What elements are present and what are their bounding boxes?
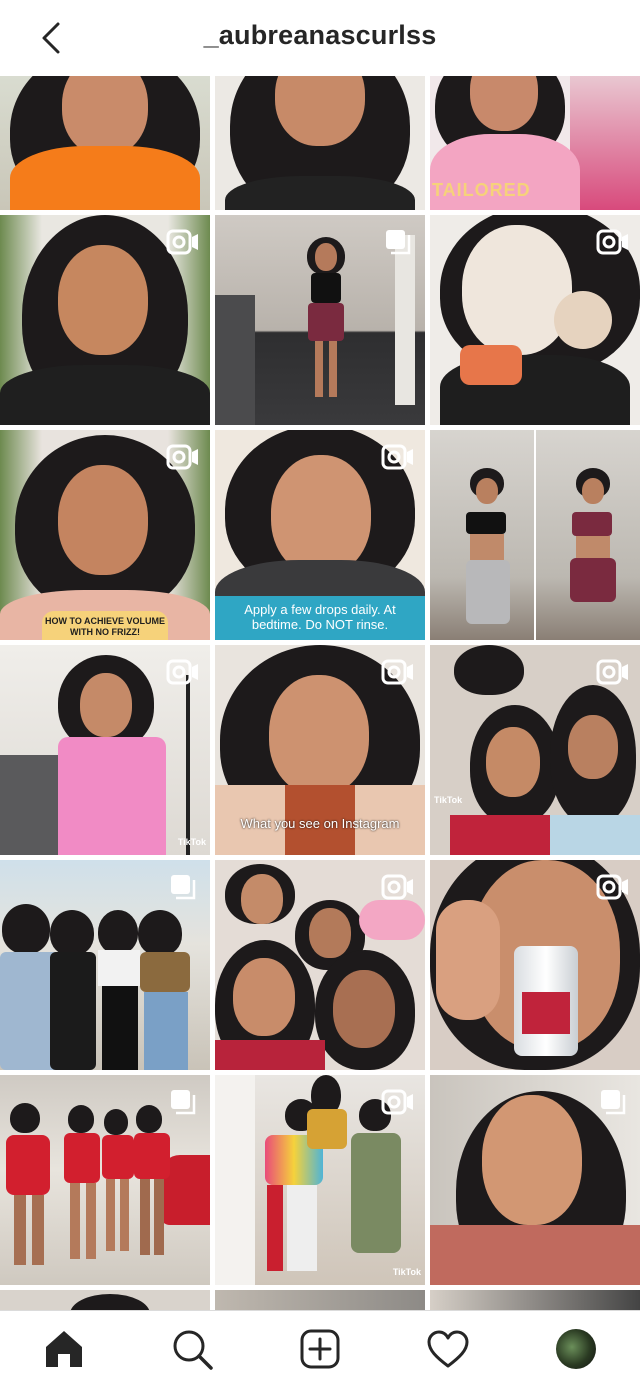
- video-badge: [596, 872, 630, 902]
- post-tile[interactable]: TikTok: [0, 645, 210, 855]
- carousel-badge: [596, 1087, 630, 1117]
- video-icon: [166, 444, 198, 470]
- video-icon: [596, 874, 628, 900]
- tile-caption: TikTok: [177, 837, 206, 847]
- nav-profile[interactable]: [552, 1325, 600, 1373]
- post-tile[interactable]: [0, 76, 210, 210]
- post-grid: TAILORED HOW TO ACHIEVE VOLUME WITH NO F…: [0, 76, 640, 1310]
- header: _aubreanascurlss: [0, 0, 640, 76]
- home-icon: [46, 1331, 82, 1367]
- tile-caption: What you see on Instagram: [240, 816, 400, 831]
- heart-icon: [427, 1330, 469, 1368]
- carousel-badge: [381, 227, 415, 257]
- video-icon: [596, 229, 628, 255]
- post-tile[interactable]: [430, 430, 640, 640]
- add-post-icon: [300, 1329, 340, 1369]
- post-tile[interactable]: [0, 215, 210, 425]
- video-badge: [381, 872, 415, 902]
- carousel-icon: [171, 1090, 196, 1115]
- video-icon: [381, 444, 413, 470]
- post-tile[interactable]: [215, 76, 425, 210]
- post-tile[interactable]: [215, 860, 425, 1070]
- nav-home[interactable]: [40, 1325, 88, 1373]
- post-tile[interactable]: [430, 1290, 640, 1310]
- post-tile[interactable]: What you see on Instagram: [215, 645, 425, 855]
- post-tile[interactable]: TAILORED: [430, 76, 640, 210]
- post-tile[interactable]: Apply a few drops daily. At bedtime. Do …: [215, 430, 425, 640]
- video-badge: [381, 1087, 415, 1117]
- search-icon: [173, 1330, 213, 1370]
- post-tile[interactable]: [430, 860, 640, 1070]
- video-badge: [166, 227, 200, 257]
- carousel-icon: [171, 875, 196, 900]
- video-icon: [381, 874, 413, 900]
- tile-caption: TAILORED: [432, 180, 531, 200]
- tile-caption: TikTok: [434, 795, 463, 805]
- tile-caption: TikTok: [392, 1267, 421, 1277]
- nav-create[interactable]: [296, 1325, 344, 1373]
- video-badge: [166, 442, 200, 472]
- carousel-badge: [166, 872, 200, 902]
- video-icon: [381, 659, 413, 685]
- video-badge: [596, 227, 630, 257]
- post-tile[interactable]: [430, 215, 640, 425]
- tile-caption: HOW TO ACHIEVE VOLUME WITH NO FRIZZ!: [44, 616, 165, 637]
- tile-caption: Apply a few drops daily. At bedtime. Do …: [244, 602, 396, 632]
- post-tile[interactable]: [0, 1290, 210, 1310]
- post-tile[interactable]: [215, 215, 425, 425]
- video-badge: [381, 657, 415, 687]
- carousel-icon: [386, 230, 411, 255]
- nav-activity[interactable]: [424, 1325, 472, 1373]
- video-badge: [381, 442, 415, 472]
- nav-search[interactable]: [168, 1325, 216, 1373]
- video-badge: [166, 657, 200, 687]
- page-title: _aubreanascurlss: [203, 20, 437, 50]
- video-icon: [166, 229, 198, 255]
- carousel-icon: [601, 1090, 626, 1115]
- post-tile[interactable]: [0, 1075, 210, 1285]
- post-tile[interactable]: HOW TO ACHIEVE VOLUME WITH NO FRIZZ!: [0, 430, 210, 640]
- video-badge: [596, 657, 630, 687]
- video-icon: [596, 659, 628, 685]
- post-tile[interactable]: TikTok: [215, 1075, 425, 1285]
- post-tile[interactable]: TikTok: [430, 645, 640, 855]
- bottom-nav: [0, 1310, 640, 1387]
- post-tile[interactable]: [0, 860, 210, 1070]
- video-icon: [166, 659, 198, 685]
- post-tile[interactable]: [215, 1290, 425, 1310]
- avatar: [556, 1329, 596, 1369]
- post-tile[interactable]: [430, 1075, 640, 1285]
- carousel-badge: [166, 1087, 200, 1117]
- video-icon: [381, 1089, 413, 1115]
